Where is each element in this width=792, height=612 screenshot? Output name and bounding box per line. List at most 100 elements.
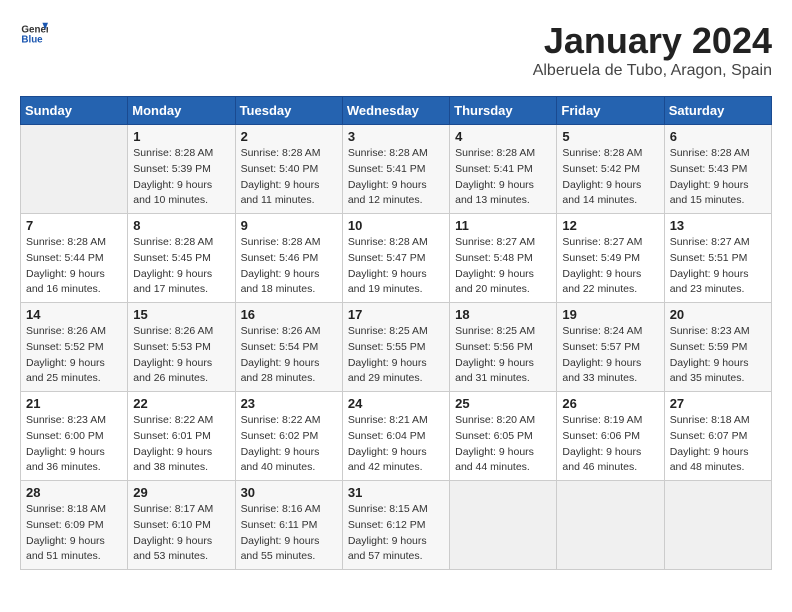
day-number: 29 — [133, 485, 229, 500]
day-info: Sunrise: 8:22 AMSunset: 6:02 PMDaylight:… — [241, 413, 337, 476]
table-row: 27 Sunrise: 8:18 AMSunset: 6:07 PMDaylig… — [664, 392, 771, 481]
day-info: Sunrise: 8:28 AMSunset: 5:41 PMDaylight:… — [348, 146, 444, 209]
day-number: 26 — [562, 396, 658, 411]
col-wednesday: Wednesday — [342, 97, 449, 125]
day-number: 30 — [241, 485, 337, 500]
day-info: Sunrise: 8:28 AMSunset: 5:47 PMDaylight:… — [348, 235, 444, 298]
table-row: 11 Sunrise: 8:27 AMSunset: 5:48 PMDaylig… — [450, 214, 557, 303]
day-number: 15 — [133, 307, 229, 322]
col-thursday: Thursday — [450, 97, 557, 125]
day-info: Sunrise: 8:26 AMSunset: 5:52 PMDaylight:… — [26, 324, 122, 387]
table-row: 6 Sunrise: 8:28 AMSunset: 5:43 PMDayligh… — [664, 125, 771, 214]
calendar-week-row: 1 Sunrise: 8:28 AMSunset: 5:39 PMDayligh… — [21, 125, 772, 214]
table-row: 22 Sunrise: 8:22 AMSunset: 6:01 PMDaylig… — [128, 392, 235, 481]
day-number: 23 — [241, 396, 337, 411]
table-row: 24 Sunrise: 8:21 AMSunset: 6:04 PMDaylig… — [342, 392, 449, 481]
col-monday: Monday — [128, 97, 235, 125]
day-number: 27 — [670, 396, 766, 411]
day-info: Sunrise: 8:23 AMSunset: 6:00 PMDaylight:… — [26, 413, 122, 476]
day-number: 12 — [562, 218, 658, 233]
logo-icon: General Blue — [20, 20, 48, 48]
day-info: Sunrise: 8:18 AMSunset: 6:07 PMDaylight:… — [670, 413, 766, 476]
col-saturday: Saturday — [664, 97, 771, 125]
day-info: Sunrise: 8:28 AMSunset: 5:43 PMDaylight:… — [670, 146, 766, 209]
day-info: Sunrise: 8:28 AMSunset: 5:42 PMDaylight:… — [562, 146, 658, 209]
table-row — [21, 125, 128, 214]
table-row — [664, 481, 771, 570]
day-info: Sunrise: 8:28 AMSunset: 5:45 PMDaylight:… — [133, 235, 229, 298]
col-sunday: Sunday — [21, 97, 128, 125]
table-row: 23 Sunrise: 8:22 AMSunset: 6:02 PMDaylig… — [235, 392, 342, 481]
day-number: 19 — [562, 307, 658, 322]
day-info: Sunrise: 8:22 AMSunset: 6:01 PMDaylight:… — [133, 413, 229, 476]
day-number: 7 — [26, 218, 122, 233]
table-row: 17 Sunrise: 8:25 AMSunset: 5:55 PMDaylig… — [342, 303, 449, 392]
day-number: 10 — [348, 218, 444, 233]
table-row: 26 Sunrise: 8:19 AMSunset: 6:06 PMDaylig… — [557, 392, 664, 481]
day-number: 14 — [26, 307, 122, 322]
day-info: Sunrise: 8:16 AMSunset: 6:11 PMDaylight:… — [241, 502, 337, 565]
table-row — [450, 481, 557, 570]
table-row: 31 Sunrise: 8:15 AMSunset: 6:12 PMDaylig… — [342, 481, 449, 570]
table-row — [557, 481, 664, 570]
day-number: 9 — [241, 218, 337, 233]
table-row: 12 Sunrise: 8:27 AMSunset: 5:49 PMDaylig… — [557, 214, 664, 303]
table-row: 15 Sunrise: 8:26 AMSunset: 5:53 PMDaylig… — [128, 303, 235, 392]
day-info: Sunrise: 8:28 AMSunset: 5:44 PMDaylight:… — [26, 235, 122, 298]
day-number: 1 — [133, 129, 229, 144]
table-row: 5 Sunrise: 8:28 AMSunset: 5:42 PMDayligh… — [557, 125, 664, 214]
day-info: Sunrise: 8:18 AMSunset: 6:09 PMDaylight:… — [26, 502, 122, 565]
day-info: Sunrise: 8:28 AMSunset: 5:39 PMDaylight:… — [133, 146, 229, 209]
day-info: Sunrise: 8:26 AMSunset: 5:54 PMDaylight:… — [241, 324, 337, 387]
table-row: 30 Sunrise: 8:16 AMSunset: 6:11 PMDaylig… — [235, 481, 342, 570]
day-number: 11 — [455, 218, 551, 233]
table-row: 25 Sunrise: 8:20 AMSunset: 6:05 PMDaylig… — [450, 392, 557, 481]
day-number: 18 — [455, 307, 551, 322]
day-info: Sunrise: 8:19 AMSunset: 6:06 PMDaylight:… — [562, 413, 658, 476]
day-number: 8 — [133, 218, 229, 233]
table-row: 16 Sunrise: 8:26 AMSunset: 5:54 PMDaylig… — [235, 303, 342, 392]
calendar-week-row: 21 Sunrise: 8:23 AMSunset: 6:00 PMDaylig… — [21, 392, 772, 481]
day-info: Sunrise: 8:27 AMSunset: 5:48 PMDaylight:… — [455, 235, 551, 298]
table-row: 4 Sunrise: 8:28 AMSunset: 5:41 PMDayligh… — [450, 125, 557, 214]
day-info: Sunrise: 8:28 AMSunset: 5:40 PMDaylight:… — [241, 146, 337, 209]
calendar-subtitle: Alberuela de Tubo, Aragon, Spain — [533, 62, 772, 80]
table-row: 7 Sunrise: 8:28 AMSunset: 5:44 PMDayligh… — [21, 214, 128, 303]
day-number: 25 — [455, 396, 551, 411]
table-row: 28 Sunrise: 8:18 AMSunset: 6:09 PMDaylig… — [21, 481, 128, 570]
day-number: 2 — [241, 129, 337, 144]
day-number: 13 — [670, 218, 766, 233]
calendar-table: Sunday Monday Tuesday Wednesday Thursday… — [20, 96, 772, 570]
calendar-title: January 2024 — [533, 20, 772, 62]
col-tuesday: Tuesday — [235, 97, 342, 125]
table-row: 10 Sunrise: 8:28 AMSunset: 5:47 PMDaylig… — [342, 214, 449, 303]
day-number: 16 — [241, 307, 337, 322]
table-row: 3 Sunrise: 8:28 AMSunset: 5:41 PMDayligh… — [342, 125, 449, 214]
table-row: 18 Sunrise: 8:25 AMSunset: 5:56 PMDaylig… — [450, 303, 557, 392]
day-number: 5 — [562, 129, 658, 144]
day-info: Sunrise: 8:21 AMSunset: 6:04 PMDaylight:… — [348, 413, 444, 476]
table-row: 9 Sunrise: 8:28 AMSunset: 5:46 PMDayligh… — [235, 214, 342, 303]
svg-text:Blue: Blue — [21, 34, 43, 45]
day-number: 22 — [133, 396, 229, 411]
day-info: Sunrise: 8:23 AMSunset: 5:59 PMDaylight:… — [670, 324, 766, 387]
day-number: 28 — [26, 485, 122, 500]
calendar-week-row: 7 Sunrise: 8:28 AMSunset: 5:44 PMDayligh… — [21, 214, 772, 303]
day-info: Sunrise: 8:20 AMSunset: 6:05 PMDaylight:… — [455, 413, 551, 476]
day-number: 21 — [26, 396, 122, 411]
logo: General Blue — [20, 20, 48, 48]
table-row: 21 Sunrise: 8:23 AMSunset: 6:00 PMDaylig… — [21, 392, 128, 481]
day-info: Sunrise: 8:27 AMSunset: 5:51 PMDaylight:… — [670, 235, 766, 298]
calendar-week-row: 14 Sunrise: 8:26 AMSunset: 5:52 PMDaylig… — [21, 303, 772, 392]
day-info: Sunrise: 8:25 AMSunset: 5:55 PMDaylight:… — [348, 324, 444, 387]
day-info: Sunrise: 8:24 AMSunset: 5:57 PMDaylight:… — [562, 324, 658, 387]
day-info: Sunrise: 8:27 AMSunset: 5:49 PMDaylight:… — [562, 235, 658, 298]
table-row: 13 Sunrise: 8:27 AMSunset: 5:51 PMDaylig… — [664, 214, 771, 303]
table-row: 19 Sunrise: 8:24 AMSunset: 5:57 PMDaylig… — [557, 303, 664, 392]
day-info: Sunrise: 8:28 AMSunset: 5:46 PMDaylight:… — [241, 235, 337, 298]
col-friday: Friday — [557, 97, 664, 125]
table-row: 2 Sunrise: 8:28 AMSunset: 5:40 PMDayligh… — [235, 125, 342, 214]
calendar-header-row: Sunday Monday Tuesday Wednesday Thursday… — [21, 97, 772, 125]
page-header: General Blue January 2024 Alberuela de T… — [20, 20, 772, 80]
day-number: 24 — [348, 396, 444, 411]
